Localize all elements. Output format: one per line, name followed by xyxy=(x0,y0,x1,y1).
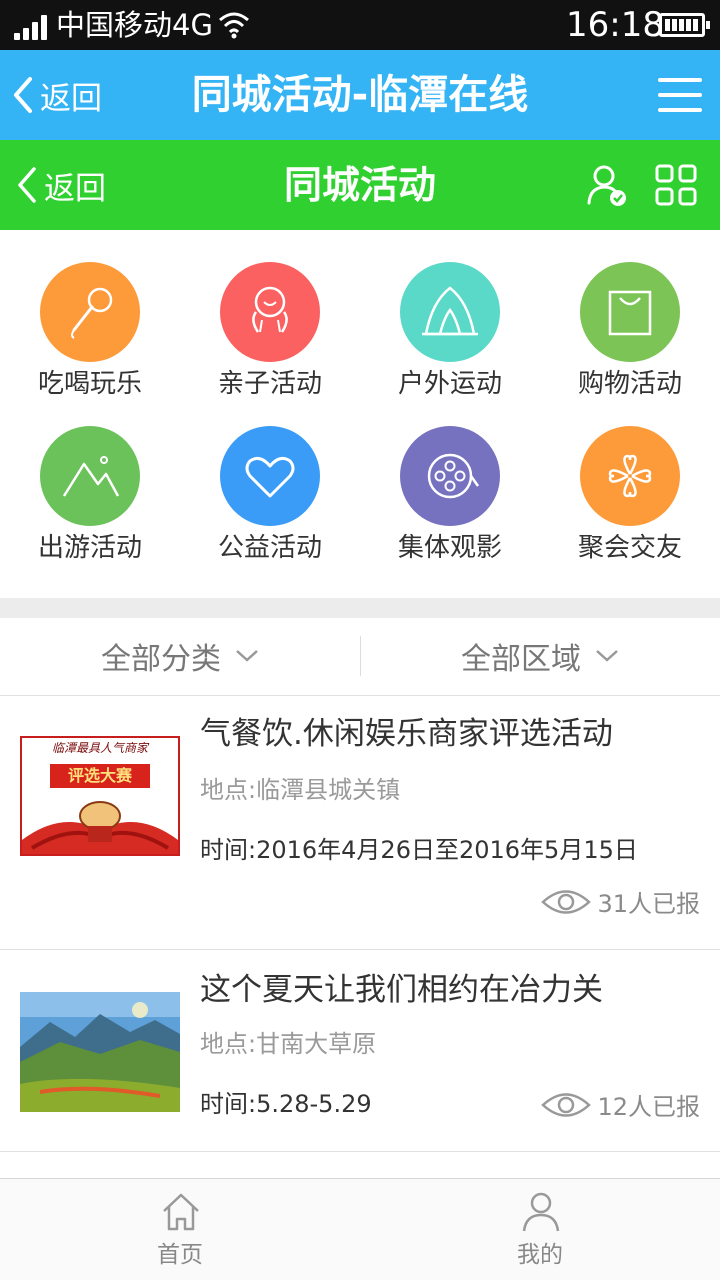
event-time: 时间:5.28-5.29 xyxy=(200,1090,372,1118)
category-shopping[interactable]: 购物活动 xyxy=(540,230,720,399)
signup-count: 12人已报 xyxy=(597,1093,700,1121)
category-travel[interactable]: 出游活动 xyxy=(0,394,180,563)
event-location: 地点:临潭县城关镇 xyxy=(200,776,401,804)
category-label: 公益活动 xyxy=(217,533,322,563)
filter-bar: 全部分类 全部区域 xyxy=(0,618,720,696)
category-filter-dropdown[interactable]: 全部分类 xyxy=(0,618,360,694)
microphone-icon xyxy=(71,287,113,339)
thumbnail-banner: 评选大赛 xyxy=(50,764,150,788)
category-outdoor[interactable]: 户外运动 xyxy=(360,230,540,399)
eye-icon xyxy=(541,1092,592,1117)
event-signups: 12人已报 xyxy=(541,1087,700,1122)
tab-home[interactable]: 首页 xyxy=(120,1179,240,1280)
carrier-label: 中国移动4G xyxy=(56,8,213,42)
chevron-down-icon xyxy=(596,650,618,662)
home-icon xyxy=(163,1193,199,1231)
event-location: 地点:甘南大草原 xyxy=(200,1030,377,1058)
landscape-image xyxy=(20,992,180,1112)
event-thumbnail: 临潭最具人气商家 评选大赛 xyxy=(20,736,180,856)
tab-profile[interactable]: 我的 xyxy=(480,1179,600,1280)
category-icon-bg xyxy=(580,262,680,362)
category-filter-label: 全部分类 xyxy=(101,642,221,677)
area-filter-label: 全部区域 xyxy=(461,642,581,677)
event-list-item[interactable]: 这个夏天让我们相约在冶力关 地点:甘南大草原 时间:5.28-5.29 12人已… xyxy=(0,950,720,1152)
category-grid: 吃喝玩乐 亲子活动 户外运动 购物活动 出游活动 公益活动 集体观影 聚会交友 xyxy=(0,230,720,598)
category-charity[interactable]: 公益活动 xyxy=(180,394,360,563)
tent-icon xyxy=(422,286,478,336)
category-label: 出游活动 xyxy=(37,533,142,563)
menu-icon[interactable] xyxy=(658,78,702,112)
section-divider xyxy=(0,598,720,618)
category-label: 集体观影 xyxy=(397,533,502,563)
heart-icon xyxy=(245,456,295,498)
hug-icon xyxy=(252,286,288,333)
category-eat-play[interactable]: 吃喝玩乐 xyxy=(0,230,180,399)
category-icon-bg xyxy=(580,426,680,526)
event-title: 这个夏天让我们相约在冶力关 xyxy=(200,972,603,1008)
top-nav-bar: 返回 同城活动-临潭在线 xyxy=(0,50,720,140)
event-time: 时间:2016年4月26日至2016年5月15日 xyxy=(200,836,638,864)
category-icon-bg xyxy=(220,262,320,362)
category-party[interactable]: 聚会交友 xyxy=(540,394,720,563)
shopping-bag-icon xyxy=(608,290,652,336)
category-icon-bg xyxy=(40,262,140,362)
tab-label: 我的 xyxy=(517,1242,563,1268)
film-reel-icon xyxy=(427,453,480,499)
signal-icon xyxy=(14,14,50,40)
drum-illustration xyxy=(22,801,178,854)
category-movie[interactable]: 集体观影 xyxy=(360,394,540,563)
category-icon-bg xyxy=(400,426,500,526)
category-label: 聚会交友 xyxy=(577,533,682,563)
category-parent-child[interactable]: 亲子活动 xyxy=(180,230,360,399)
tab-label: 首页 xyxy=(157,1242,203,1268)
page-title: 同城活动-临潭在线 xyxy=(191,72,529,118)
event-title: 气餐饮.休闲娱乐商家评选活动 xyxy=(200,716,613,752)
category-icon-bg xyxy=(220,426,320,526)
chevron-down-icon xyxy=(236,650,258,662)
event-list-item[interactable]: 临潭最具人气商家 评选大赛 气餐饮.休闲娱乐商家评选活动 地点:临潭县城关镇 时… xyxy=(0,696,720,950)
section-nav-bar: 返回 同城活动 xyxy=(0,140,720,230)
profile-icon xyxy=(522,1192,560,1232)
category-icon-bg xyxy=(40,426,140,526)
event-signups: 31人已报 xyxy=(541,884,700,919)
clock: 16:18 xyxy=(566,5,664,45)
category-icon-bg xyxy=(400,262,500,362)
battery-icon xyxy=(659,13,710,37)
eye-icon xyxy=(541,889,592,914)
mountain-icon xyxy=(62,456,120,497)
user-verified-icon[interactable] xyxy=(586,163,628,207)
status-bar: 中国移动4G 16:18 xyxy=(0,0,720,50)
signup-count: 31人已报 xyxy=(597,890,700,918)
grid-icon[interactable] xyxy=(655,164,697,206)
area-filter-dropdown[interactable]: 全部区域 xyxy=(360,618,720,694)
clover-icon xyxy=(608,454,652,498)
event-thumbnail xyxy=(20,992,180,1112)
wifi-icon xyxy=(218,10,250,40)
bottom-tab-bar: 首页 我的 xyxy=(0,1178,720,1280)
thumbnail-caption: 临潭最具人气商家 xyxy=(51,741,148,755)
